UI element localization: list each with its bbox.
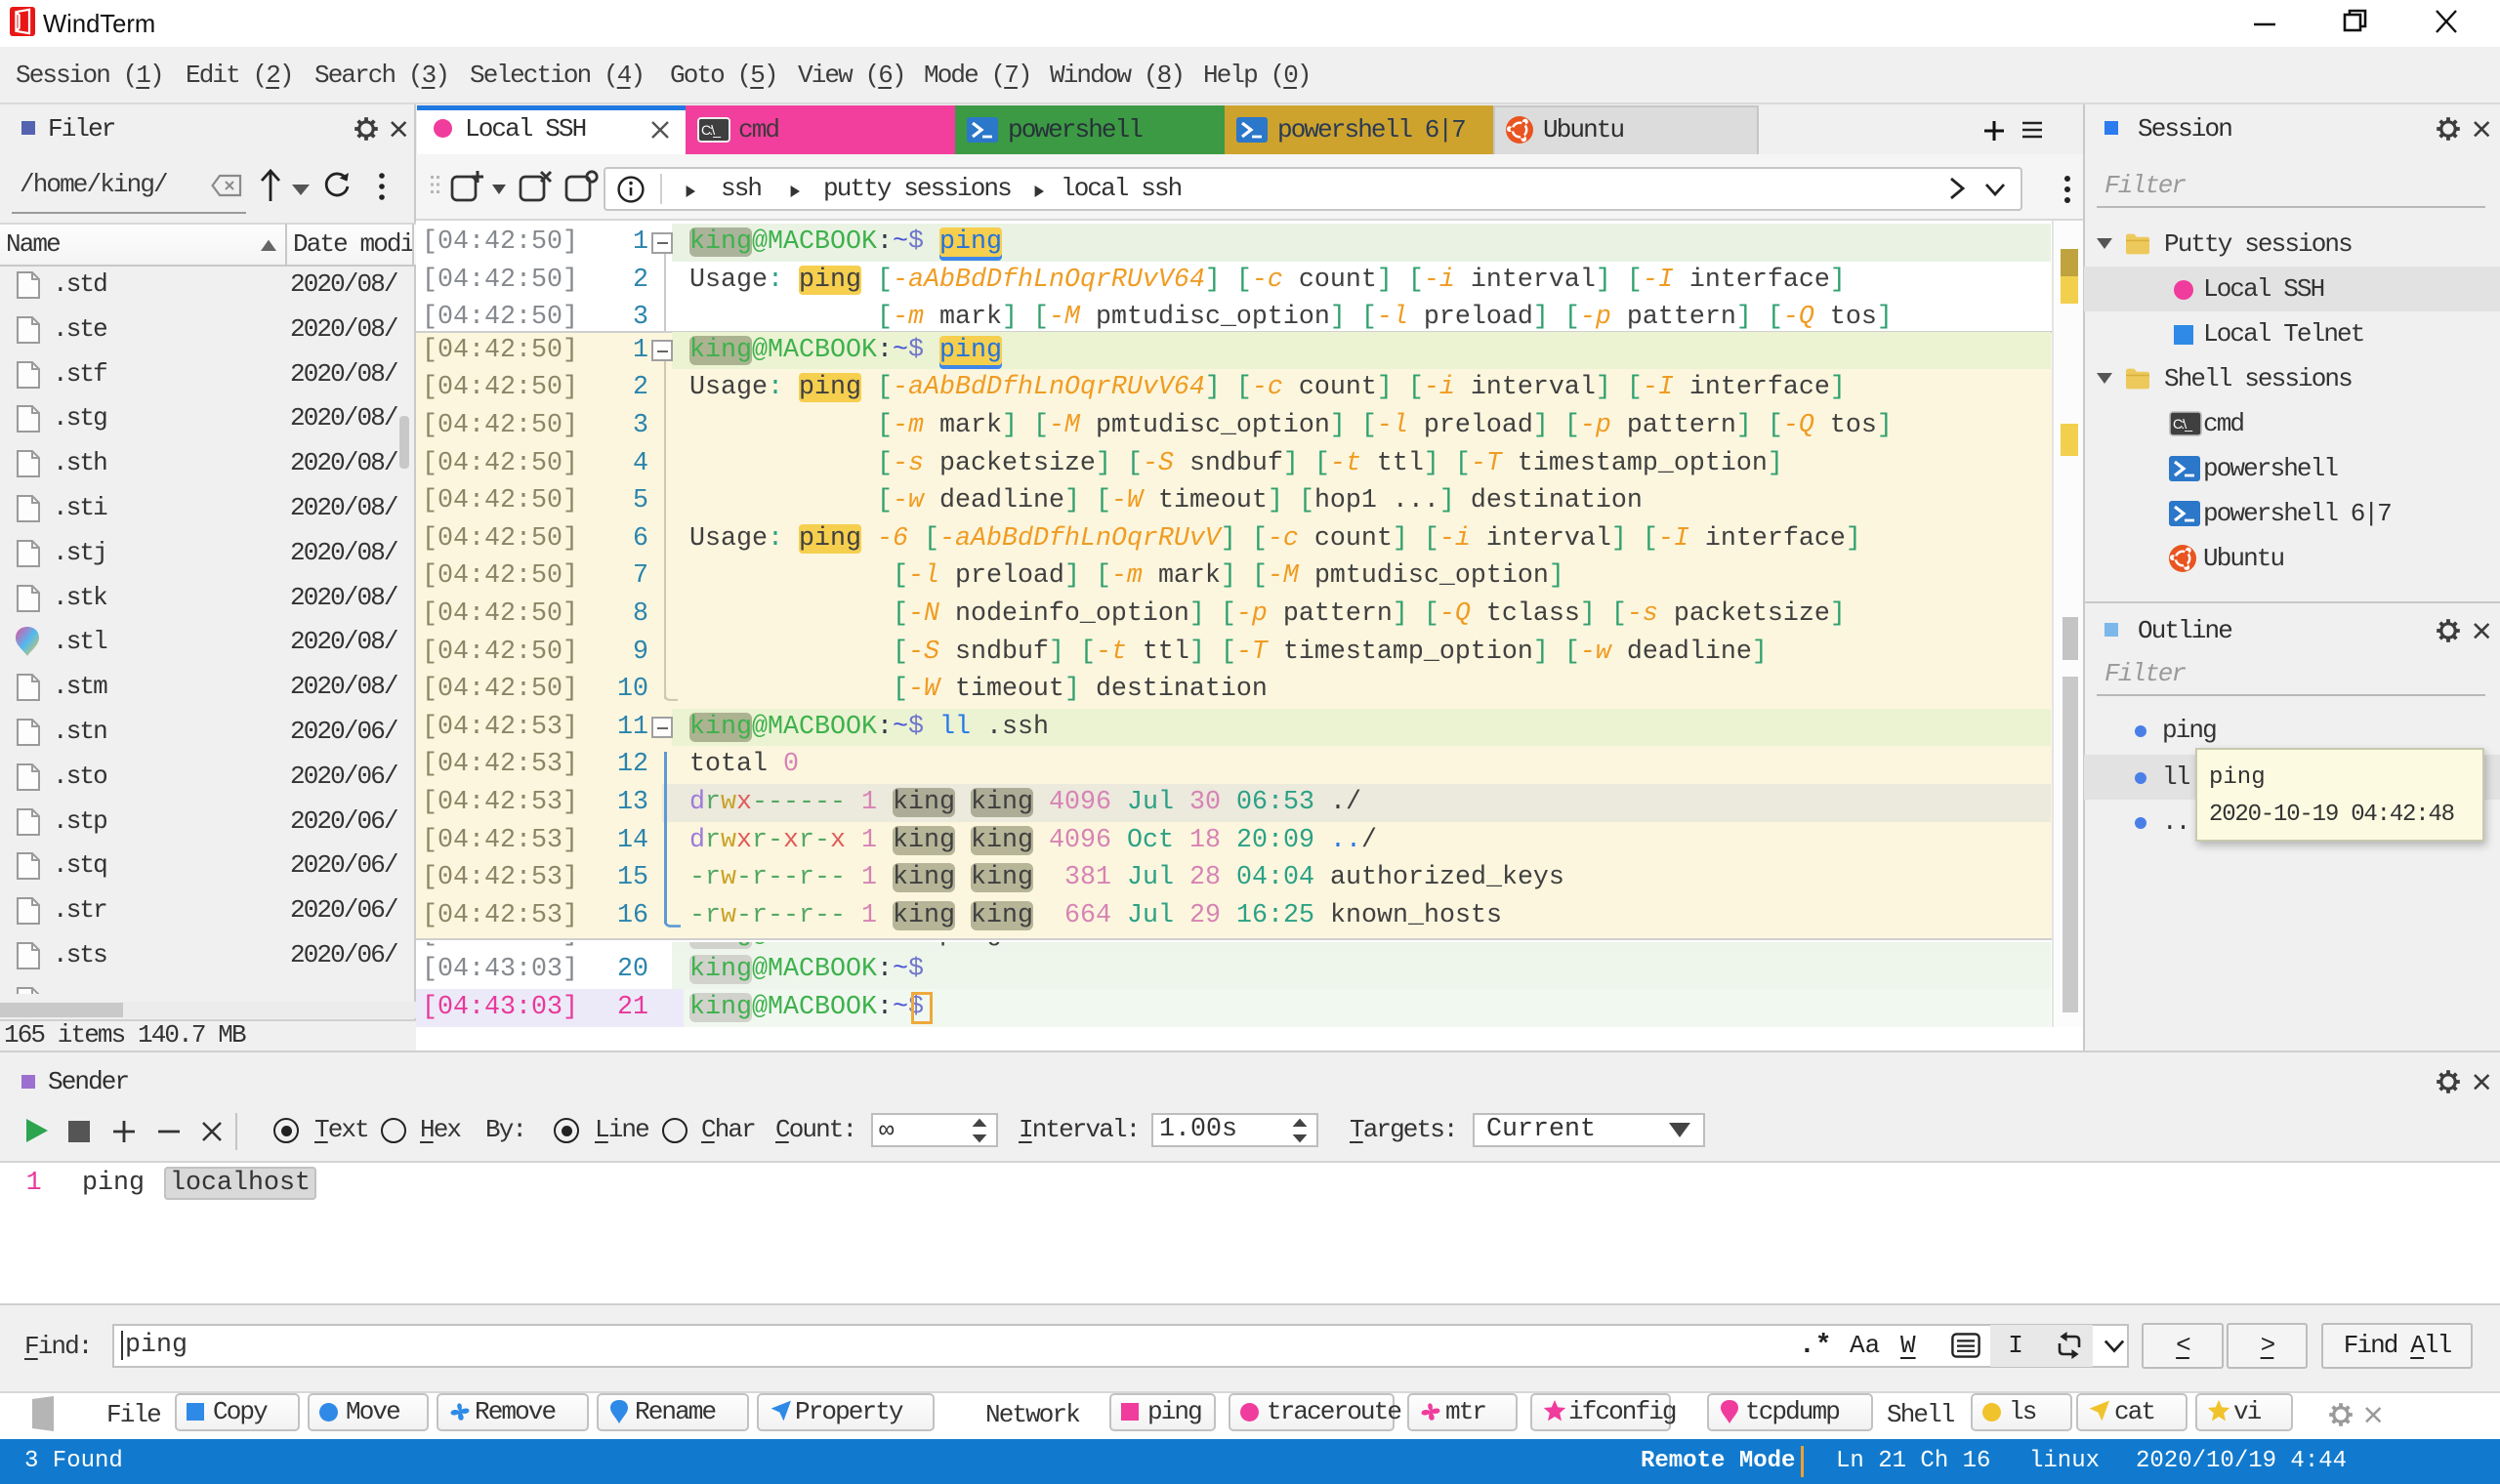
- svg-text:C:\_: C:\_: [2173, 416, 2192, 432]
- svg-text:C:\_: C:\_: [701, 122, 721, 138]
